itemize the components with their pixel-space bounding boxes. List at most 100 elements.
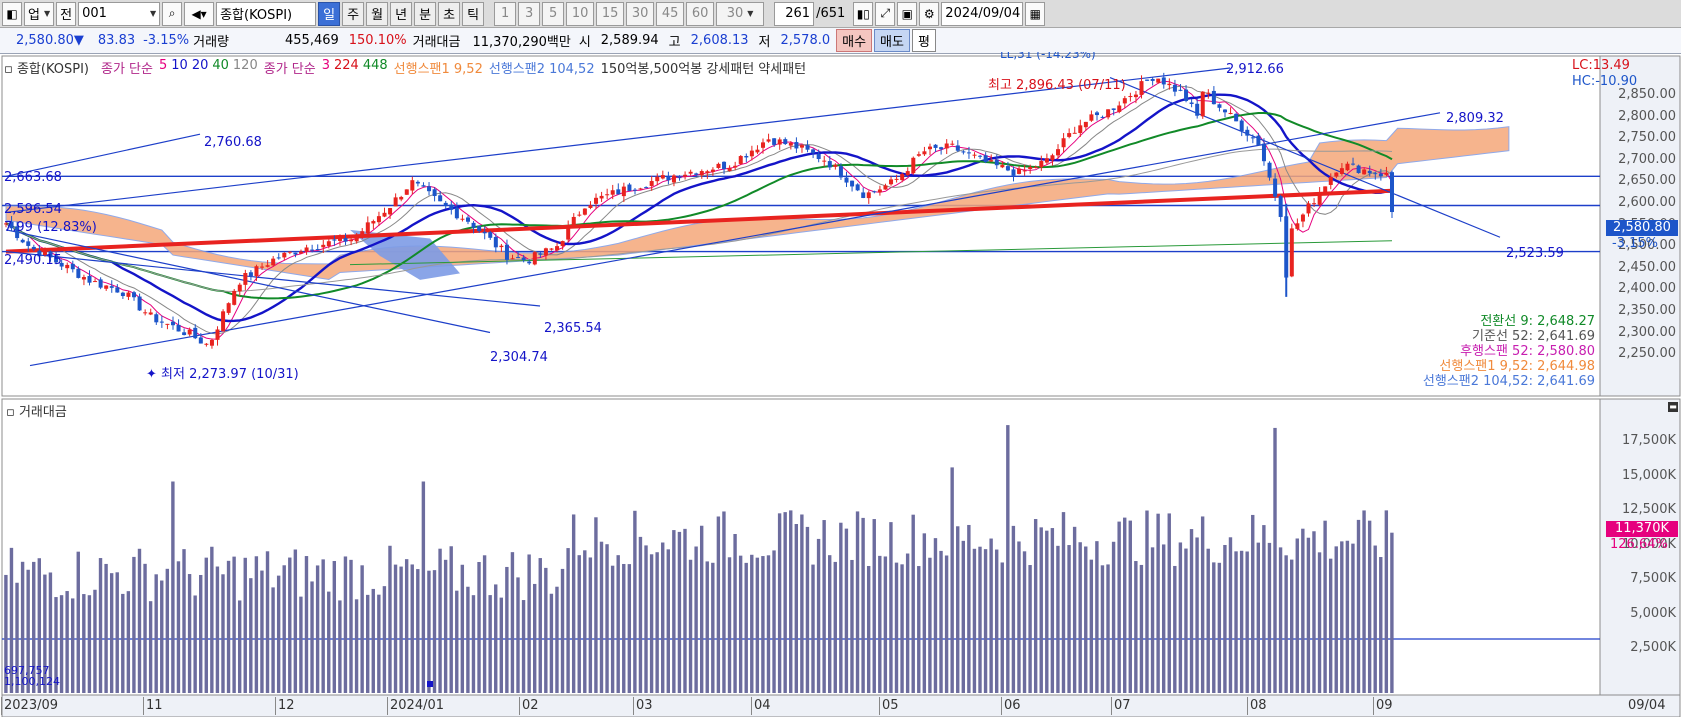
candle-body	[655, 176, 660, 182]
volume-bar	[221, 574, 225, 693]
gear-icon[interactable]: ⚙	[919, 1, 940, 26]
volume-bar	[310, 581, 314, 693]
layout-icon[interactable]: ◧	[2, 1, 22, 26]
candle-body	[666, 176, 671, 181]
period-day[interactable]: 일	[318, 1, 341, 26]
candle-body	[1373, 173, 1378, 175]
price-axis-label: 2,750.00	[1618, 130, 1676, 146]
period-tick[interactable]: 틱	[462, 1, 485, 26]
candle-body	[243, 272, 248, 285]
candle-body	[132, 292, 137, 298]
count-input[interactable]: 261	[774, 1, 815, 26]
search-icon[interactable]: ⌕	[162, 1, 183, 26]
candle-body	[755, 149, 760, 153]
period-week[interactable]: 주	[342, 1, 365, 26]
code-input[interactable]: 001	[78, 1, 161, 26]
panel-collapse-icon[interactable]: ▬	[1668, 402, 1678, 412]
legend-ma3: 3	[321, 58, 330, 73]
volume-axis-label: 17,500K	[1621, 433, 1676, 448]
volume-bar	[1161, 544, 1166, 693]
period-year[interactable]: 년	[390, 1, 413, 26]
candle-body	[872, 191, 877, 193]
interval-10[interactable]: 10	[566, 1, 595, 26]
date-input[interactable]: 2024/09/04	[941, 1, 1024, 26]
volume-bar	[154, 574, 158, 693]
trend-label-2809: 2,809.32	[1446, 111, 1504, 126]
buy-button[interactable]: 매수	[836, 29, 873, 52]
volume-bar	[839, 522, 843, 693]
candle-body	[137, 296, 142, 311]
interval-60[interactable]: 60	[686, 1, 715, 26]
candle-body	[504, 244, 509, 260]
volume-bar	[666, 549, 670, 693]
interval-45[interactable]: 45	[656, 1, 685, 26]
volume-bar	[349, 559, 353, 693]
interval-1[interactable]: 1	[494, 1, 517, 26]
volume-bar	[93, 589, 97, 693]
sell-button[interactable]: 매도	[874, 29, 910, 52]
volume-bar	[878, 555, 882, 693]
volume-bar	[655, 552, 659, 693]
volume-bar	[794, 524, 799, 693]
volume-bar	[327, 591, 331, 693]
interval-3[interactable]: 3	[518, 1, 541, 26]
volume-bar	[538, 558, 542, 693]
save-icon[interactable]: ▣	[897, 1, 918, 26]
candle-body	[850, 180, 855, 187]
candle-type-icon[interactable]: ▮▯	[853, 1, 874, 26]
candle-body	[705, 171, 710, 174]
volume-bar	[933, 538, 938, 693]
average-button[interactable]: 평	[911, 29, 936, 52]
volume-bar	[1340, 541, 1344, 693]
candle-body	[1356, 165, 1361, 174]
pct-label-left: 7.99 (12.83%)	[4, 220, 97, 235]
x-axis-tick	[1373, 697, 1374, 715]
volume-bar	[889, 522, 893, 693]
volume-bar	[1212, 562, 1216, 693]
volume-bar	[1145, 510, 1149, 693]
candle-body	[1139, 81, 1144, 95]
candle-body	[237, 284, 242, 292]
volume-bar	[883, 556, 888, 693]
candle-body	[1161, 77, 1166, 85]
candle-body	[204, 343, 209, 345]
interval-30[interactable]: 30	[626, 1, 655, 26]
market-type-select[interactable]: 업	[24, 1, 55, 26]
interval-15[interactable]: 15	[596, 1, 625, 26]
candle-body	[193, 327, 198, 339]
x-axis-tick	[633, 697, 634, 715]
volume-bar	[1039, 527, 1043, 693]
line-tool-icon[interactable]: ⤢	[875, 1, 896, 26]
interval-5[interactable]: 5	[542, 1, 565, 26]
candle-body	[460, 218, 465, 220]
candle-body	[265, 265, 270, 267]
calendar-icon[interactable]: ▦	[1025, 1, 1046, 26]
index-name-field[interactable]: 종합(KOSPI)	[216, 1, 317, 26]
x-axis-tick	[275, 697, 276, 715]
volume-bar	[1290, 559, 1294, 693]
change-pct: -3.15%	[143, 33, 190, 48]
period-month[interactable]: 월	[366, 1, 389, 26]
volume-bar	[711, 562, 715, 693]
period-minute[interactable]: 분	[414, 1, 437, 26]
volume-bar	[126, 591, 131, 693]
volume-bar	[683, 528, 687, 693]
candle-body	[761, 142, 766, 148]
volume-bar	[1379, 557, 1383, 693]
candle-body	[1223, 109, 1228, 113]
sound-icon[interactable]: ◀▾	[184, 1, 215, 26]
volume-bar	[82, 594, 86, 693]
volume-bar	[833, 561, 837, 693]
volume-bar	[722, 511, 726, 693]
volume-bar	[427, 570, 431, 693]
volume-bar	[928, 557, 932, 693]
candle-body	[321, 244, 326, 248]
volume-bar	[76, 551, 80, 693]
volume-bar	[1150, 547, 1155, 693]
period-second[interactable]: 초	[438, 1, 461, 26]
prefix-button[interactable]: 전	[56, 1, 77, 26]
interval-select[interactable]: 30	[716, 1, 765, 26]
volume-bar	[1373, 545, 1377, 693]
volume-bar	[449, 546, 453, 693]
candle-body	[248, 272, 253, 276]
